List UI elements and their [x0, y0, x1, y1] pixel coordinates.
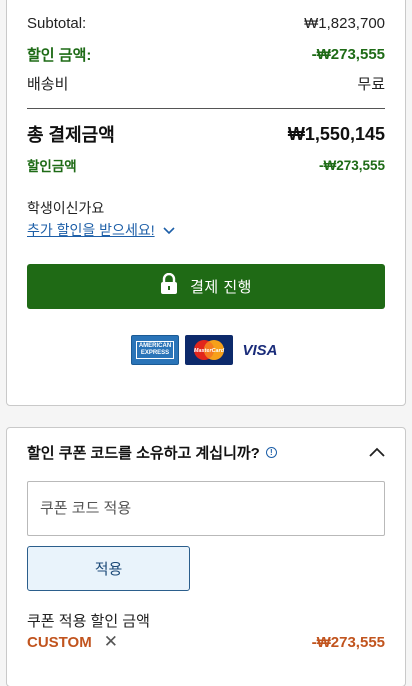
discount-label: 할인 금액: [27, 47, 92, 64]
shipping-label: 배송비 [27, 76, 69, 93]
coupon-card: 할인 쿠폰 코드를 소유하고 계십니까? ! 적용 쿠폰 적용 할인 금액 CU… [6, 427, 406, 686]
order-summary-card: Subtotal: ₩1,823,700 할인 금액: -₩273,555 배송… [6, 0, 406, 406]
discount-value: -₩273,555 [311, 46, 385, 63]
total-label: 총 결제금액 [27, 125, 115, 145]
info-icon[interactable]: ! [265, 447, 277, 458]
coupon-code-input[interactable] [27, 481, 385, 536]
student-discount-link-text: 추가 할인을 받으세요! [27, 222, 155, 238]
checkout-button-label: 결제 진행 [190, 279, 252, 296]
student-question: 학생이신가요 [27, 200, 105, 216]
subtotal-label: Subtotal: [27, 15, 87, 32]
total-discount-row: 할인금액 -₩273,555 [27, 155, 385, 175]
chevron-down-icon [163, 222, 175, 238]
applied-coupon-row: CUSTOM ✕ -₩273,555 [27, 632, 385, 652]
remove-coupon-icon[interactable]: ✕ [104, 632, 118, 652]
discount-row: 할인 금액: -₩273,555 [27, 44, 385, 65]
lock-icon [160, 272, 178, 300]
coupon-question: 할인 쿠폰 코드를 소유하고 계십니까? ! [27, 442, 277, 463]
summary-divider [27, 108, 385, 109]
checkout-button[interactable]: 결제 진행 [27, 264, 385, 309]
total-value: ₩1,550,145 [287, 123, 385, 144]
shipping-row: 배송비 무료 [27, 73, 385, 94]
total-row: 총 결제금액 ₩1,550,145 [27, 121, 385, 147]
payment-methods: AMERICAN EXPRESS MasterCard VISA [7, 335, 405, 365]
total-discount-label: 할인금액 [27, 159, 77, 174]
coupon-header[interactable]: 할인 쿠폰 코드를 소유하고 계십니까? ! [27, 442, 385, 463]
apply-coupon-label: 적용 [94, 561, 123, 578]
shipping-value: 무료 [357, 76, 385, 93]
student-discount-link[interactable]: 추가 할인을 받으세요! [27, 220, 175, 240]
mastercard-icon: MasterCard [185, 335, 233, 365]
coupon-question-text: 할인 쿠폰 코드를 소유하고 계십니까? [27, 445, 260, 462]
chevron-up-icon[interactable] [369, 444, 385, 462]
applied-coupon-value: -₩273,555 [311, 633, 385, 651]
svg-text:MasterCard: MasterCard [194, 348, 225, 354]
amex-card-icon: AMERICAN EXPRESS [131, 335, 179, 365]
subtotal-value: ₩1,823,700 [304, 15, 385, 32]
applied-coupon-label: 쿠폰 적용 할인 금액 [27, 613, 150, 630]
total-discount-value: -₩273,555 [318, 157, 385, 173]
subtotal-row: Subtotal: ₩1,823,700 [27, 15, 385, 32]
applied-coupon-code: CUSTOM [27, 633, 92, 651]
apply-coupon-button[interactable]: 적용 [27, 546, 190, 591]
visa-card-icon: VISA [242, 341, 278, 359]
